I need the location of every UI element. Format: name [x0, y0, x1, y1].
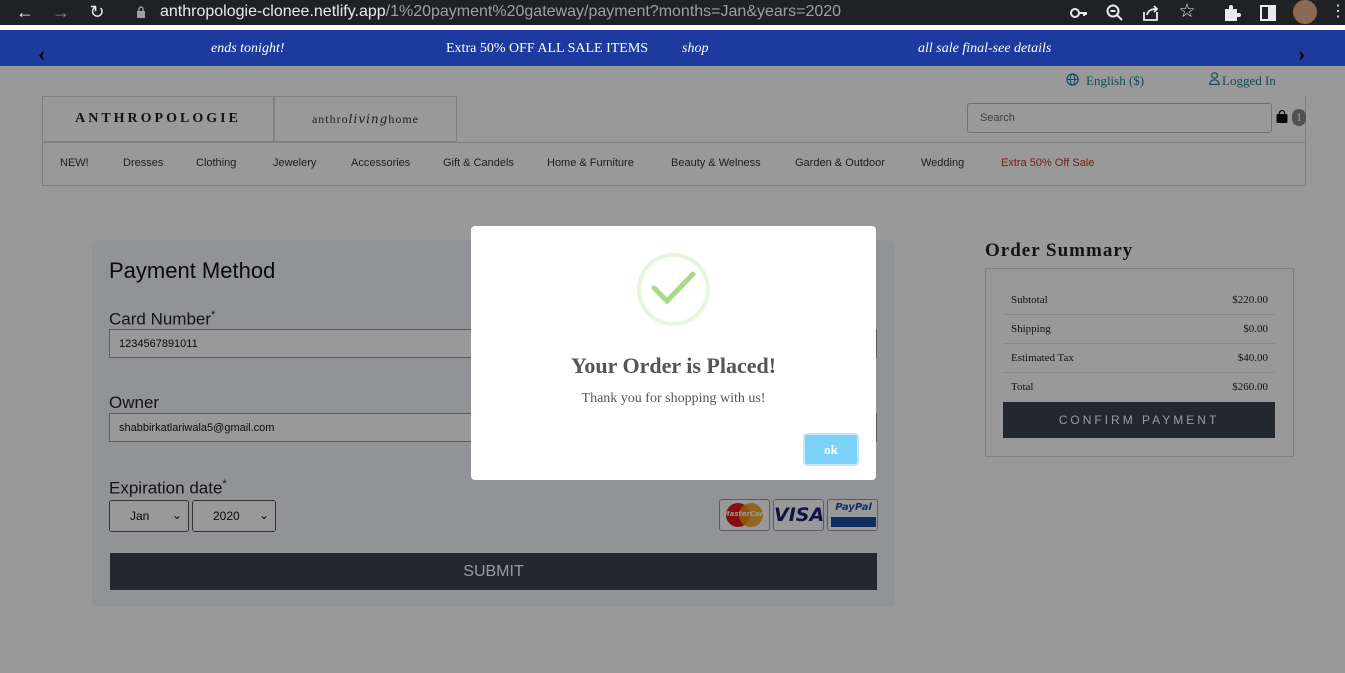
sidepanel-icon[interactable]: [1258, 3, 1278, 23]
back-icon[interactable]: ←: [14, 2, 36, 22]
checkmark-icon: [651, 271, 696, 305]
extensions-icon[interactable]: [1222, 3, 1242, 23]
lock-icon: [137, 6, 145, 18]
key-icon[interactable]: [1069, 3, 1089, 23]
browser-menu-icon[interactable]: ⋮: [1330, 2, 1345, 22]
modal-title: Your Order is Placed!: [570, 353, 777, 378]
share-icon[interactable]: [1141, 3, 1161, 23]
url-path: /1%20payment%20gateway/payment?months=Ja…: [385, 3, 842, 20]
zoom-icon[interactable]: [1105, 3, 1125, 23]
address-bar[interactable]: anthropologie-clonee.netlify.app/1%20pay…: [160, 3, 841, 21]
promo-bar: ‹ ends tonight! Extra 50% OFF ALL SALE I…: [0, 30, 1345, 66]
modal-message: Thank you for shopping with us!: [581, 391, 766, 406]
promo-text[interactable]: Extra 50% OFF ALL SALE ITEMS: [446, 41, 648, 57]
promo-text[interactable]: all sale final-see details: [918, 41, 1051, 57]
promo-text: ends tonight!: [211, 41, 285, 56]
url-host: anthropologie-clonee.netlify.app: [160, 3, 386, 20]
promo-prev-icon[interactable]: ‹: [38, 43, 45, 65]
browser-toolbar: ← → ↻ anthropologie-clonee.netlify.app/1…: [0, 0, 1345, 25]
profile-avatar[interactable]: [1293, 0, 1317, 24]
bookmark-star-icon[interactable]: ☆: [1176, 2, 1198, 22]
ok-button[interactable]: ok: [803, 433, 859, 466]
promo-next-icon[interactable]: ›: [1298, 43, 1305, 65]
forward-icon[interactable]: →: [50, 2, 72, 22]
promo-link[interactable]: shop: [682, 41, 708, 57]
reload-icon[interactable]: ↻: [86, 2, 108, 22]
